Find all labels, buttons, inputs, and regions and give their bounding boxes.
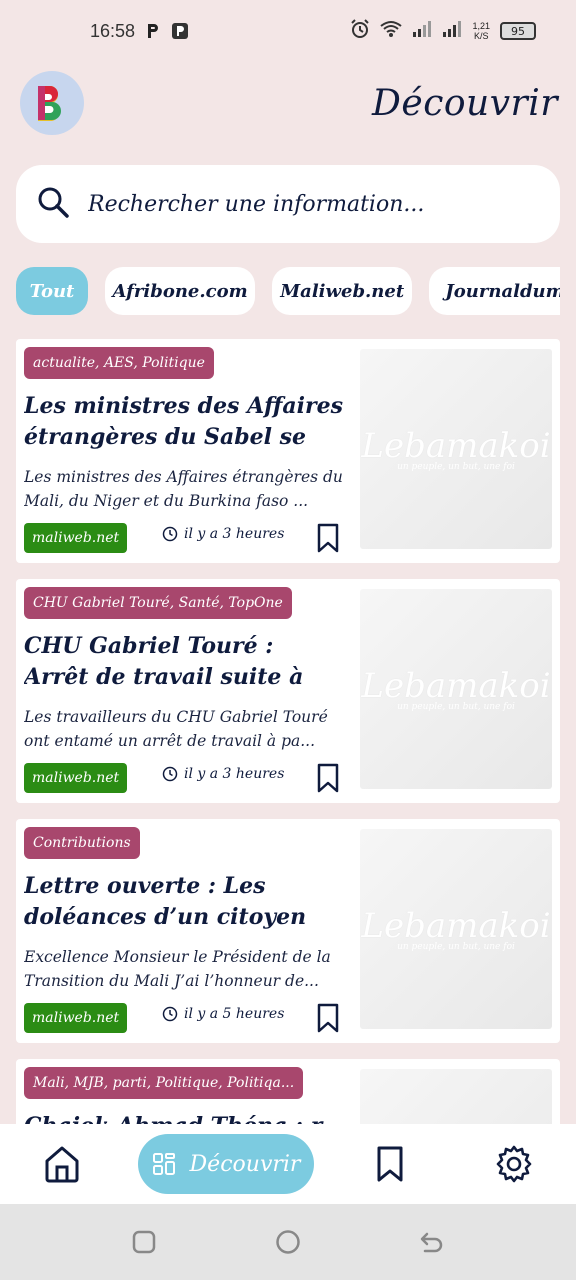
logo-icon [38,86,61,121]
article-title: Lettre ouverte : Les doléances d’un cito… [24,873,307,930]
nav-settings[interactable] [494,1144,534,1184]
status-time: 16:58 [90,20,136,41]
back-arrow-icon [420,1232,443,1253]
article-card[interactable]: actualite, AES, Politique Les ministres … [16,339,560,563]
gear-icon [496,1145,532,1183]
article-tags: CHU Gabriel Touré, Santé, TopOne [24,587,292,619]
grid-icon [152,1153,175,1175]
watermark-logo: Lebamakoi [361,426,551,466]
app-logo-avatar[interactable] [20,71,84,135]
article-time: il y a 5 heures [162,1006,284,1022]
watermark-slogan: un peuple, un but, une foi [397,702,515,712]
article-excerpt: Excellence Monsieur le Président de la T… [24,948,331,990]
home-system-button[interactable] [274,1228,302,1256]
wifi-icon [380,20,403,43]
header: Découvrir [20,70,558,136]
article-card[interactable]: CHU Gabriel Touré, Santé, TopOne CHU Gab… [16,579,560,803]
article-excerpt: Les ministres des Affaires étrangères du… [24,468,343,510]
signal-icon [412,20,432,42]
article-title: Les ministres des Affaires étrangères du… [24,393,343,450]
watermark-slogan: un peuple, un but, une foi [397,942,515,952]
nav-bookmarks[interactable] [372,1144,408,1184]
article-time-text: il y a 3 heures [184,766,285,782]
square-icon [132,1230,156,1254]
watermark-logo: Lebamakoi [361,906,551,946]
article-title: CHU Gabriel Touré : Arrêt de travail sui… [24,633,304,690]
status-bar: 16:58 1,21 K/S 95 [0,0,576,62]
article-source-badge[interactable]: maliweb.net [24,1003,128,1033]
bottom-navigation: Découvrir [0,1124,576,1204]
filter-chip-journaldumali[interactable]: Journaldumali [429,267,560,315]
article-tags: Mali, MJB, parti, Politique, Politiqa... [24,1067,304,1099]
app-notification-icon [171,22,189,40]
article-source-badge[interactable]: maliweb.net [24,763,128,793]
nav-home[interactable] [42,1144,82,1184]
article-time-text: il y a 5 heures [184,1006,285,1022]
speed-value: 1,21 [472,21,490,31]
clock-icon [162,1006,178,1022]
article-tags: actualite, AES, Politique [24,347,214,379]
battery-indicator: 95 [500,22,536,40]
filter-chip-maliweb[interactable]: Maliweb.net [272,267,413,315]
parking-icon [145,22,161,40]
watermark-logo: Lebamakoi [361,666,551,706]
source-filter-bar: Tout Afribone.com Maliweb.net Journaldum… [16,267,560,315]
clock-icon [162,526,178,542]
home-icon [45,1146,79,1183]
article-time: il y a 3 heures [162,766,284,782]
article-time: il y a 3 heures [162,526,284,542]
bookmark-icon[interactable] [316,763,340,793]
search-bar[interactable] [16,165,560,243]
search-input[interactable] [88,191,528,217]
filter-chip-afribone[interactable]: Afribone.com [105,267,256,315]
network-speed: 1,21 K/S [472,21,490,41]
bookmark-icon[interactable] [316,1003,340,1033]
signal-icon-2 [442,20,462,42]
alarm-icon [350,18,370,44]
bookmark-icon [377,1146,403,1182]
clock-icon [162,766,178,782]
circle-icon [276,1230,300,1254]
nav-discover[interactable]: Découvrir [138,1134,314,1194]
article-card[interactable]: Contributions Lettre ouverte : Les doléa… [16,819,560,1043]
filter-chip-all[interactable]: Tout [16,267,88,315]
back-system-button[interactable] [418,1228,446,1256]
article-thumbnail: Lebamakoi un peuple, un but, une foi [360,349,552,549]
article-thumbnail: Lebamakoi un peuple, un but, une foi [360,829,552,1029]
article-source-badge[interactable]: maliweb.net [24,523,128,553]
article-thumbnail: Lebamakoi un peuple, un but, une foi [360,589,552,789]
system-navigation-bar [0,1204,576,1280]
search-icon [36,185,70,223]
speed-unit: K/S [473,31,489,41]
article-tags: Contributions [24,827,140,859]
recent-apps-button[interactable] [130,1228,158,1256]
article-excerpt: Les travailleurs du CHU Gabriel Touré on… [24,708,328,750]
page-title: Découvrir [372,82,558,124]
watermark-slogan: un peuple, un but, une foi [397,462,515,472]
bookmark-icon[interactable] [316,523,340,553]
article-time-text: il y a 3 heures [184,526,285,542]
nav-discover-label: Découvrir [189,1151,301,1177]
